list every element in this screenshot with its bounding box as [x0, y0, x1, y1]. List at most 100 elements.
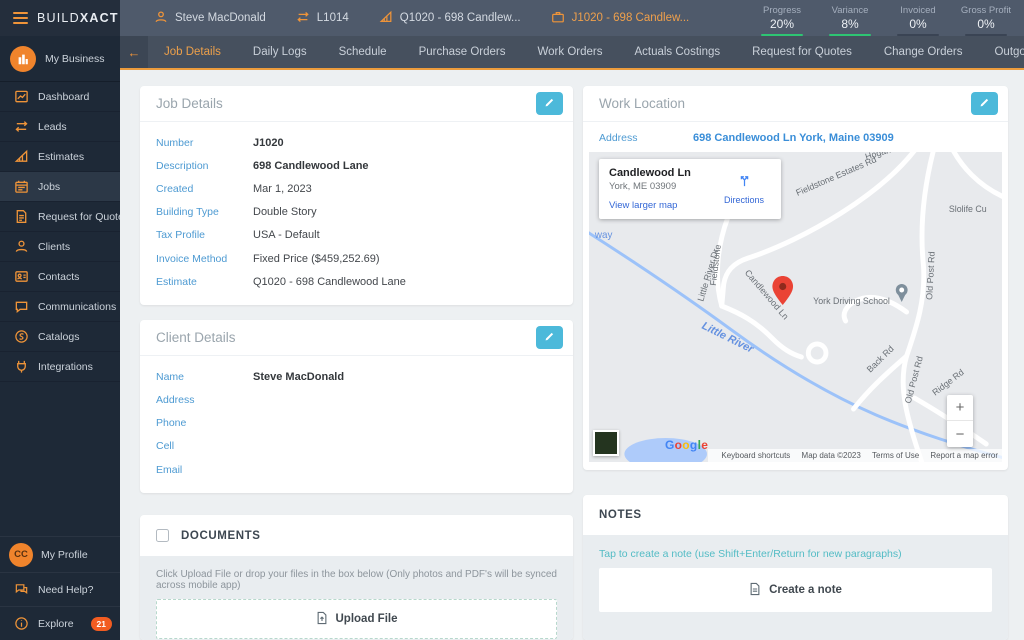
- note-icon: [749, 582, 761, 599]
- tab-purchase-orders[interactable]: Purchase Orders: [403, 36, 522, 68]
- tab-job-details[interactable]: Job Details: [148, 36, 237, 68]
- sidebar-item-dashboard[interactable]: Dashboard: [0, 82, 120, 112]
- back-arrow-button[interactable]: ←: [120, 36, 148, 68]
- field-client-name: NameSteve MacDonald: [140, 365, 573, 388]
- documents-hint: Click Upload File or drop your files in …: [156, 569, 557, 591]
- client-details-panel: Client Details NameSteve MacDonald Addre…: [140, 320, 573, 493]
- integrations-plug-icon: [13, 359, 29, 374]
- notes-title: NOTES: [599, 509, 642, 521]
- view-larger-map-link[interactable]: View larger map: [609, 200, 717, 211]
- google-logo: Google: [665, 438, 708, 452]
- directions-icon[interactable]: [737, 173, 752, 193]
- sidebar-explore[interactable]: Explore 21: [0, 606, 120, 640]
- pencil-icon: [979, 96, 990, 111]
- field-client-address: Address: [140, 389, 573, 412]
- documents-checkbox[interactable]: [156, 529, 169, 542]
- keyboard-shortcuts-link[interactable]: Keyboard shortcuts: [721, 451, 790, 460]
- sidebar-item-request-for-quotes[interactable]: Request for Quotes: [0, 202, 120, 232]
- client-details-title: Client Details: [156, 330, 236, 345]
- job-tab-bar: ← Job Details Daily Logs Schedule Purcha…: [120, 36, 1024, 70]
- pencil-icon: [544, 96, 555, 111]
- catalogs-icon: [13, 329, 29, 344]
- svg-text:York Driving School: York Driving School: [813, 296, 890, 306]
- field-client-email: Email: [140, 458, 573, 481]
- report-map-error-link[interactable]: Report a map error: [930, 451, 998, 460]
- edit-work-location-button[interactable]: [971, 92, 998, 115]
- communications-bubble-icon: [13, 299, 29, 314]
- hamburger-menu-icon[interactable]: [13, 12, 28, 24]
- notes-section: NOTES Tap to create a note (use Shift+En…: [583, 495, 1008, 640]
- stat-invoiced: Invoiced 0%: [894, 5, 942, 36]
- sidebar-item-catalogs[interactable]: Catalogs: [0, 322, 120, 352]
- rfq-document-icon: [13, 209, 29, 224]
- create-note-button[interactable]: Create a note: [599, 568, 992, 612]
- sidebar-my-business[interactable]: My Business: [0, 36, 120, 82]
- brand-logo: BUILDXACT: [37, 11, 119, 25]
- satellite-view-thumbnail[interactable]: [593, 430, 619, 456]
- edit-client-details-button[interactable]: [536, 326, 563, 349]
- jobs-calendar-icon: [13, 179, 29, 194]
- sidebar-item-clients[interactable]: Clients: [0, 232, 120, 262]
- stat-gross-profit: Gross Profit 0%: [962, 5, 1010, 36]
- estimates-icon: [13, 149, 29, 164]
- upload-file-icon: [316, 611, 328, 628]
- field-tax-profile: Tax ProfileUSA - Default: [140, 224, 573, 247]
- tab-daily-logs[interactable]: Daily Logs: [237, 36, 323, 68]
- leads-icon: [13, 119, 29, 134]
- top-bar: BUILDXACT Steve MacDonald L1014 Q1020 - …: [0, 0, 1024, 36]
- sidebar-item-jobs[interactable]: Jobs: [0, 172, 120, 202]
- contacts-card-icon: [13, 269, 29, 284]
- set-square-icon: [379, 10, 393, 27]
- tab-schedule[interactable]: Schedule: [323, 36, 403, 68]
- field-estimate: EstimateQ1020 - 698 Candlewood Lane: [140, 270, 573, 293]
- map-card-subtitle: York, ME 03909: [609, 181, 717, 192]
- sidebar-item-contacts[interactable]: Contacts: [0, 262, 120, 292]
- briefcase-icon: [551, 10, 565, 27]
- sidebar-my-profile[interactable]: CC My Profile: [0, 536, 120, 572]
- explore-badge: 21: [91, 617, 112, 631]
- tab-work-orders[interactable]: Work Orders: [522, 36, 619, 68]
- field-building-type: Building TypeDouble Story: [140, 201, 573, 224]
- tab-change-orders[interactable]: Change Orders: [868, 36, 979, 68]
- topbar-job[interactable]: J1020 - 698 Candlew...: [551, 10, 690, 27]
- field-invoice-method: Invoice MethodFixed Price ($459,252.69): [140, 247, 573, 270]
- topbar-estimate[interactable]: Q1020 - 698 Candlew...: [379, 10, 521, 27]
- map-card-title: Candlewood Ln: [609, 167, 717, 179]
- topbar-context-items: Steve MacDonald L1014 Q1020 - 698 Candle…: [120, 0, 689, 36]
- job-stats: Progress 20% Variance 8% Invoiced 0% Gro…: [748, 0, 1024, 36]
- upload-file-button[interactable]: Upload File: [156, 599, 557, 639]
- zoom-out-button[interactable]: −: [947, 421, 973, 447]
- work-location-panel: Work Location Address 698 Candlewood Ln …: [583, 86, 1008, 470]
- swap-arrows-icon: [296, 10, 310, 27]
- svg-text:way: way: [594, 230, 613, 241]
- sidebar-need-help[interactable]: Need Help?: [0, 572, 120, 606]
- tab-outgoing-invoices[interactable]: Outgoing Invoices: [978, 36, 1024, 68]
- sidebar-item-integrations[interactable]: Integrations: [0, 352, 120, 382]
- buildxact-app: BUILDXACT Steve MacDonald L1014 Q1020 - …: [0, 0, 1024, 640]
- field-created: CreatedMar 1, 2023: [140, 177, 573, 200]
- terms-of-use-link[interactable]: Terms of Use: [872, 451, 919, 460]
- sidebar-item-communications[interactable]: Communications: [0, 292, 120, 322]
- tab-actuals-costings[interactable]: Actuals Costings: [618, 36, 736, 68]
- svg-text:Slolife Cu: Slolife Cu: [949, 204, 987, 214]
- zoom-in-button[interactable]: +: [947, 395, 973, 421]
- topbar-lead[interactable]: L1014: [296, 10, 349, 27]
- help-chat-icon: [13, 582, 29, 597]
- job-details-title: Job Details: [156, 96, 223, 111]
- topbar-user[interactable]: Steve MacDonald: [154, 10, 266, 27]
- work-address-link[interactable]: 698 Candlewood Ln York, Maine 03909: [693, 132, 894, 144]
- map-data-label: Map data ©2023: [802, 451, 861, 460]
- company-logo-icon: [10, 46, 36, 72]
- map-info-card: Candlewood Ln York, ME 03909 View larger…: [599, 159, 781, 219]
- documents-section: DOCUMENTS Click Upload File or drop your…: [140, 515, 573, 640]
- documents-title: DOCUMENTS: [181, 530, 261, 542]
- google-map[interactable]: way Hogan Slolife Cu Fieldstone Estates …: [589, 152, 1002, 462]
- sidebar-item-estimates[interactable]: Estimates: [0, 142, 120, 172]
- sidebar-item-leads[interactable]: Leads: [0, 112, 120, 142]
- directions-link[interactable]: Directions: [724, 195, 764, 205]
- tab-request-for-quotes[interactable]: Request for Quotes: [736, 36, 868, 68]
- person-icon: [154, 10, 168, 27]
- sidebar: My Business Dashboard Leads Estimates Jo…: [0, 36, 120, 640]
- notes-hint: Tap to create a note (use Shift+Enter/Re…: [599, 548, 992, 560]
- edit-job-details-button[interactable]: [536, 92, 563, 115]
